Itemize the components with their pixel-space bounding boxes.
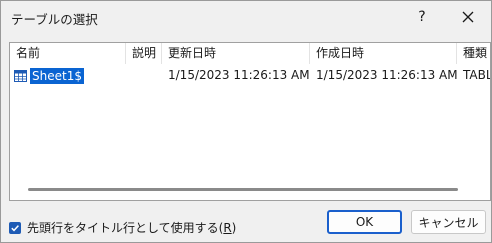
column-header-created[interactable]: 作成日時: [310, 43, 457, 64]
cancel-button[interactable]: キャンセル: [411, 210, 486, 234]
row-name-label: Sheet1$: [30, 67, 84, 84]
select-table-dialog: テーブルの選択 ? 名前 説明 更新日時 作成日時 種類 Sheet1$ 1/1…: [0, 0, 492, 243]
table-icon: [14, 69, 27, 82]
table-row[interactable]: Sheet1$ 1/15/2023 11:26:13 AM 1/15/2023 …: [10, 66, 490, 85]
column-header-type[interactable]: 種類: [457, 43, 490, 64]
list-header: 名前 説明 更新日時 作成日時 種類: [10, 43, 490, 64]
column-header-modified[interactable]: 更新日時: [162, 43, 310, 64]
checkmark-icon: [11, 224, 19, 231]
use-header-row-label-text: 先頭行をタイトル行として使用する(: [27, 221, 224, 235]
access-key: R: [223, 221, 232, 235]
table-list[interactable]: 名前 説明 更新日時 作成日時 種類 Sheet1$ 1/15/2023 11:…: [9, 42, 491, 201]
row-name-cell[interactable]: Sheet1$: [10, 66, 126, 85]
row-type-cell: TABLE: [463, 68, 490, 82]
use-header-row-option[interactable]: 先頭行をタイトル行として使用する(R): [9, 219, 236, 236]
close-icon: [462, 11, 474, 23]
close-button[interactable]: [453, 4, 483, 30]
title-bar: テーブルの選択 ?: [1, 1, 491, 35]
use-header-row-label-suffix: ): [231, 221, 237, 235]
ok-button[interactable]: OK: [327, 210, 402, 234]
horizontal-scrollbar[interactable]: [28, 188, 458, 191]
use-header-row-checkbox[interactable]: [9, 221, 21, 234]
dialog-title: テーブルの選択: [11, 12, 98, 27]
column-header-description[interactable]: 説明: [126, 43, 162, 64]
row-created-cell: 1/15/2023 11:26:13 AM: [316, 68, 457, 82]
help-button[interactable]: ?: [409, 5, 435, 29]
row-description-cell: [126, 66, 162, 85]
column-header-name[interactable]: 名前: [10, 43, 126, 64]
help-icon: ?: [418, 9, 426, 25]
row-modified-cell: 1/15/2023 11:26:13 AM: [168, 68, 310, 82]
use-header-row-label: 先頭行をタイトル行として使用する(R): [27, 219, 236, 236]
